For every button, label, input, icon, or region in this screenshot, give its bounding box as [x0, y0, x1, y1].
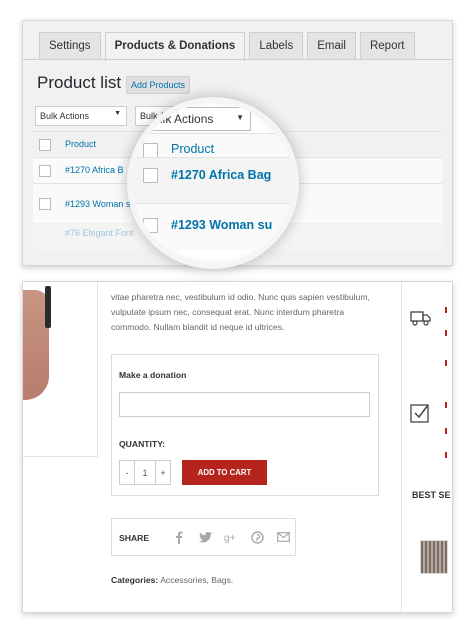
- magnifier-callout: Bulk Actions ▼ Product #1270 Africa Bag …: [127, 97, 299, 269]
- select-all-checkbox[interactable]: [39, 139, 51, 151]
- shop-sidebar: BEST SE: [401, 282, 452, 612]
- product-description: vitae pharetra nec, vestibulum id odio. …: [111, 292, 370, 332]
- feature-bullet: [445, 452, 447, 458]
- quantity-decrease-button[interactable]: -: [119, 460, 135, 485]
- table-row-zoomed: #1293 Woman su: [133, 203, 293, 250]
- tab-divider: [23, 59, 452, 60]
- quantity-increase-button[interactable]: +: [155, 460, 171, 485]
- best-sellers-heading: BEST SE: [412, 490, 451, 500]
- tab-bar: Settings Products & Donations Labels Ema…: [39, 32, 419, 61]
- tab-settings[interactable]: Settings: [39, 32, 101, 59]
- caret-down-icon: ▼: [114, 110, 121, 117]
- facebook-icon[interactable]: [166, 528, 192, 546]
- categories-label: Categories:: [111, 575, 159, 585]
- feature-bullet: [445, 307, 447, 313]
- product-page-panel: vitae pharetra nec, vestibulum id odio. …: [22, 281, 453, 613]
- product-link[interactable]: #1293 Woman s: [65, 199, 130, 209]
- best-seller-thumbnail[interactable]: [420, 540, 448, 574]
- donation-box: Make a donation QUANTITY: - 1 + ADD TO C…: [111, 354, 379, 496]
- feature-bullet: [445, 402, 447, 408]
- checkbox-checked-icon: [410, 402, 432, 429]
- product-link[interactable]: #1270 Africa B: [65, 165, 124, 175]
- donation-label: Make a donation: [119, 370, 187, 380]
- bulk-actions-select[interactable]: Bulk Actions ▼: [35, 106, 127, 126]
- bulk-actions-label-zoomed: Bulk Actions: [148, 112, 214, 126]
- quantity-input[interactable]: 1: [134, 460, 156, 485]
- tab-labels[interactable]: Labels: [249, 32, 304, 59]
- google-plus-icon[interactable]: g+: [218, 528, 244, 546]
- feature-bullet: [445, 428, 447, 434]
- add-to-cart-button[interactable]: ADD TO CART: [182, 460, 267, 485]
- product-link[interactable]: #1293 Woman su: [171, 218, 272, 232]
- twitter-icon[interactable]: [192, 528, 218, 546]
- row-checkbox[interactable]: [39, 198, 51, 210]
- donation-amount-input[interactable]: [119, 392, 370, 417]
- table-row-zoomed: #1270 Africa Bag: [133, 157, 293, 204]
- bulk-actions-select-zoomed[interactable]: Bulk Actions ▼: [141, 107, 251, 131]
- row-checkbox[interactable]: [39, 165, 51, 177]
- column-product-header[interactable]: Product: [171, 142, 214, 156]
- share-label: SHARE: [119, 533, 150, 543]
- svg-text:g+: g+: [224, 533, 236, 543]
- tab-email[interactable]: Email: [307, 32, 356, 59]
- share-icons: g+: [166, 528, 296, 546]
- column-product-header[interactable]: Product: [65, 139, 96, 149]
- row-checkbox[interactable]: [143, 168, 158, 183]
- add-products-button[interactable]: Add Products: [126, 76, 191, 94]
- tab-products-donations[interactable]: Products & Donations: [104, 32, 246, 61]
- product-categories: Categories: Accessories, Bags.: [111, 575, 233, 585]
- truck-icon: [410, 310, 432, 331]
- feature-bullet: [445, 360, 447, 366]
- row-checkbox[interactable]: [143, 218, 158, 233]
- quantity-stepper: - 1 +: [119, 460, 171, 485]
- pinterest-icon[interactable]: [244, 528, 270, 546]
- tab-report[interactable]: Report: [359, 32, 415, 59]
- feature-bullet: [445, 330, 447, 336]
- bulk-actions-label: Bulk Actions: [40, 111, 90, 121]
- product-link[interactable]: #1270 Africa Bag: [171, 168, 271, 182]
- bag-strap: [45, 286, 51, 328]
- categories-value[interactable]: Accessories, Bags.: [158, 575, 233, 585]
- page-title: Product list: [37, 73, 122, 92]
- caret-down-icon: ▼: [236, 113, 244, 122]
- product-link[interactable]: #76 Elegant Font: [65, 228, 134, 238]
- quantity-label: QUANTITY:: [119, 439, 166, 449]
- product-image[interactable]: [23, 282, 98, 457]
- email-icon[interactable]: [270, 528, 296, 546]
- select-all-checkbox[interactable]: [143, 143, 158, 158]
- share-box: SHARE g+: [111, 518, 296, 556]
